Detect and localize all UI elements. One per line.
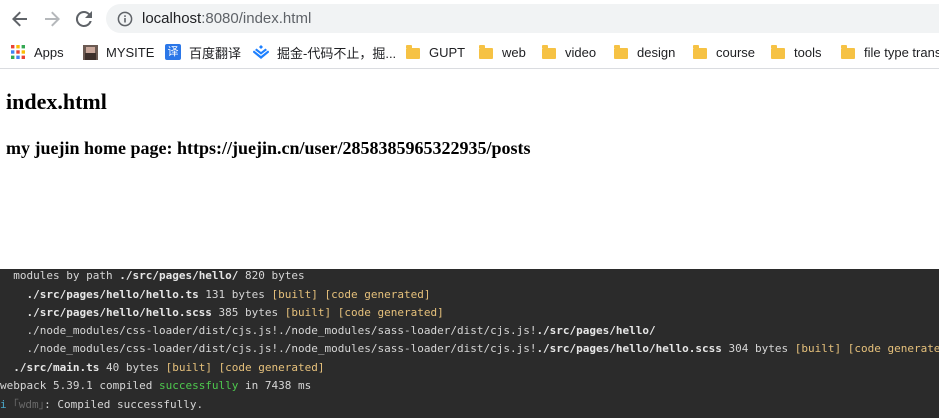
info-icon[interactable] (116, 10, 134, 28)
terminal-line: ./src/pages/hello/hello.ts 131 bytes [bu… (26, 288, 431, 301)
bookmark-baidu-translate[interactable]: 译 百度翻译 (165, 42, 241, 62)
reload-icon (75, 10, 92, 27)
juejin-icon (253, 44, 269, 60)
back-button[interactable] (8, 7, 32, 31)
terminal-line: i ｢wdm｣: Compiled successfully. (0, 398, 204, 411)
address-bar[interactable]: localhost:8080/index.html (106, 4, 939, 33)
bookmark-apps[interactable]: Apps (10, 42, 64, 62)
apps-grid-icon (10, 44, 26, 60)
terminal-line: webpack 5.39.1 compiled successfully in … (0, 379, 312, 392)
folder-icon (405, 44, 421, 60)
page-subheading: my juejin home page: https://juejin.cn/u… (6, 138, 531, 158)
bookmark-folder-video[interactable]: video (541, 42, 596, 62)
bookmark-folder-course[interactable]: course (692, 42, 755, 62)
mysite-favicon (82, 44, 98, 60)
bookmark-folder-gupt[interactable]: GUPT (405, 42, 465, 62)
bookmark-juejin[interactable]: 掘金-代码不止，掘... (253, 42, 396, 62)
bookmark-folder-file-type-trans[interactable]: file type trans (840, 42, 939, 62)
page-heading: index.html (6, 89, 107, 114)
bookmark-label: web (502, 44, 526, 60)
bookmark-folder-tools[interactable]: tools (770, 42, 821, 62)
bookmark-folder-web[interactable]: web (478, 42, 526, 62)
terminal-line: ./node_modules/css-loader/dist/cjs.js!./… (26, 324, 656, 337)
bookmarks-bar: Apps MYSITE 译 百度翻译 掘金-代码不止，掘... GUPT web… (0, 37, 939, 69)
arrow-left-icon (12, 11, 27, 27)
url-host: localhost (142, 10, 202, 27)
translate-glyph: 译 (165, 44, 181, 60)
baidu-translate-icon: 译 (165, 44, 181, 60)
bookmark-label: GUPT (429, 44, 466, 60)
folder-icon (692, 44, 708, 60)
bookmark-label: MYSITE (106, 44, 155, 60)
bookmark-label: video (565, 44, 597, 60)
terminal-line: ./src/pages/hello/hello.scss 385 bytes [… (26, 306, 444, 319)
folder-icon (840, 44, 856, 60)
bookmark-folder-design[interactable]: design (613, 42, 675, 62)
page-viewport: index.html my juejin home page: https://… (0, 69, 939, 269)
bookmark-label: 掘金-代码不止，掘... (277, 45, 397, 61)
folder-icon (770, 44, 786, 60)
bookmark-label: course (716, 44, 756, 60)
arrow-right-icon (45, 11, 60, 27)
folder-icon (478, 44, 494, 60)
url-path: :8080/index.html (201, 10, 312, 27)
terminal-panel: modules by path ./src/pages/hello/ 820 b… (0, 269, 939, 418)
bookmark-label: design (637, 44, 676, 60)
bookmark-label: Apps (34, 44, 64, 60)
bookmark-mysite[interactable]: MYSITE (82, 42, 154, 62)
forward-button[interactable] (40, 7, 64, 31)
folder-icon (541, 44, 557, 60)
reload-button[interactable] (72, 7, 96, 31)
browser-toolbar: localhost:8080/index.html (0, 0, 939, 37)
url-text[interactable]: localhost:8080/index.html (142, 10, 311, 27)
folder-icon (613, 44, 629, 60)
bookmark-label: file type trans (864, 44, 939, 60)
terminal-line: ./src/main.ts 40 bytes [built] [code gen… (13, 361, 325, 374)
terminal-line: ./node_modules/css-loader/dist/cjs.js!./… (26, 342, 939, 355)
bookmark-label: 百度翻译 (189, 45, 242, 61)
bookmark-label: tools (794, 44, 822, 60)
terminal-line: modules by path ./src/pages/hello/ 820 b… (0, 269, 305, 282)
